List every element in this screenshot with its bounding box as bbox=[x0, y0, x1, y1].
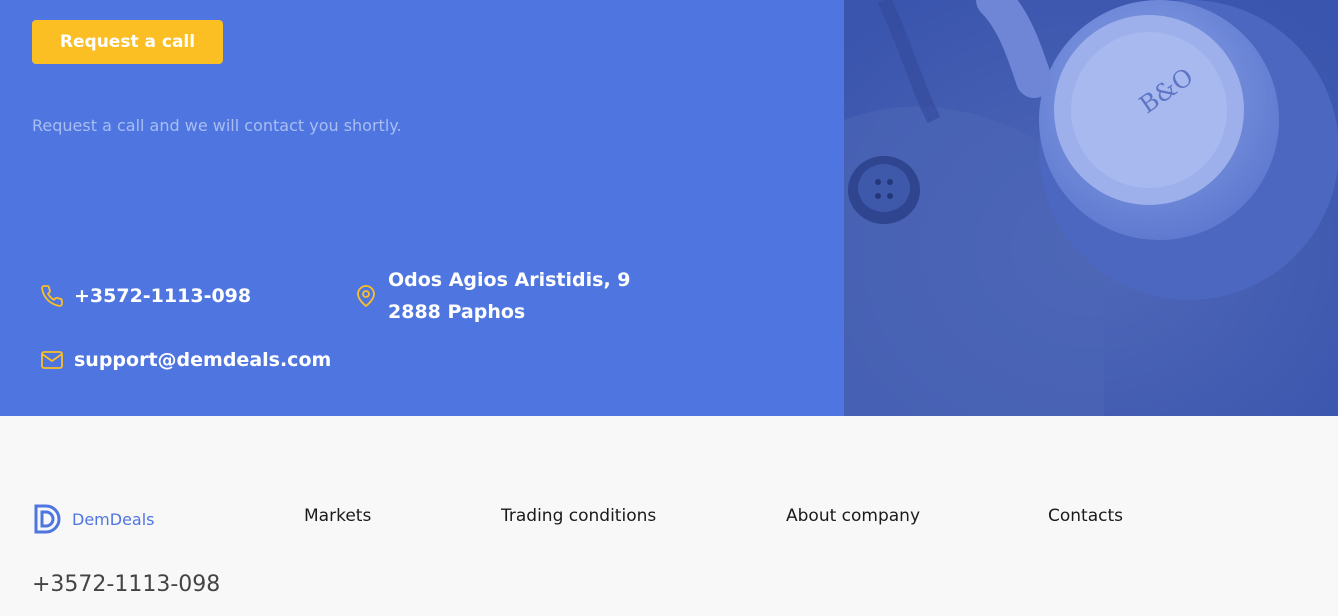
request-call-button[interactable]: Request a call bbox=[32, 20, 223, 64]
map-pin-icon bbox=[357, 285, 375, 307]
footer-nav-markets[interactable]: Markets bbox=[304, 506, 371, 526]
phone-number: +3572-1113-098 bbox=[74, 285, 252, 307]
phone-icon bbox=[41, 285, 63, 307]
contact-subtitle: Request a call and we will contact you s… bbox=[32, 116, 402, 135]
site-footer: DemDeals Markets Trading conditions Abou… bbox=[0, 416, 1338, 616]
contact-panel: Request a call Request a call and we wil… bbox=[0, 0, 844, 416]
contact-email[interactable]: support@demdeals.com bbox=[40, 344, 331, 376]
headphones-image: B&O bbox=[844, 0, 1338, 416]
footer-nav-about-company[interactable]: About company bbox=[786, 506, 920, 526]
footer-nav-trading-conditions[interactable]: Trading conditions bbox=[501, 506, 656, 526]
contact-address: Odos Agios Aristidis, 9 2888 Paphos bbox=[354, 264, 684, 328]
footer-logo[interactable]: DemDeals bbox=[32, 502, 155, 536]
contact-section: Request a call Request a call and we wil… bbox=[0, 0, 1338, 416]
address-text: Odos Agios Aristidis, 9 2888 Paphos bbox=[388, 269, 631, 323]
headphones-photo: B&O bbox=[844, 0, 1338, 416]
brand-name: DemDeals bbox=[72, 509, 155, 529]
email-address: support@demdeals.com bbox=[74, 349, 332, 371]
footer-nav-contacts[interactable]: Contacts bbox=[1048, 506, 1123, 526]
contact-phone[interactable]: +3572-1113-098 bbox=[40, 280, 251, 312]
mail-icon bbox=[41, 351, 63, 369]
demdeals-logo-icon bbox=[34, 504, 61, 534]
footer-phone[interactable]: +3572-1113-098 bbox=[32, 572, 220, 597]
